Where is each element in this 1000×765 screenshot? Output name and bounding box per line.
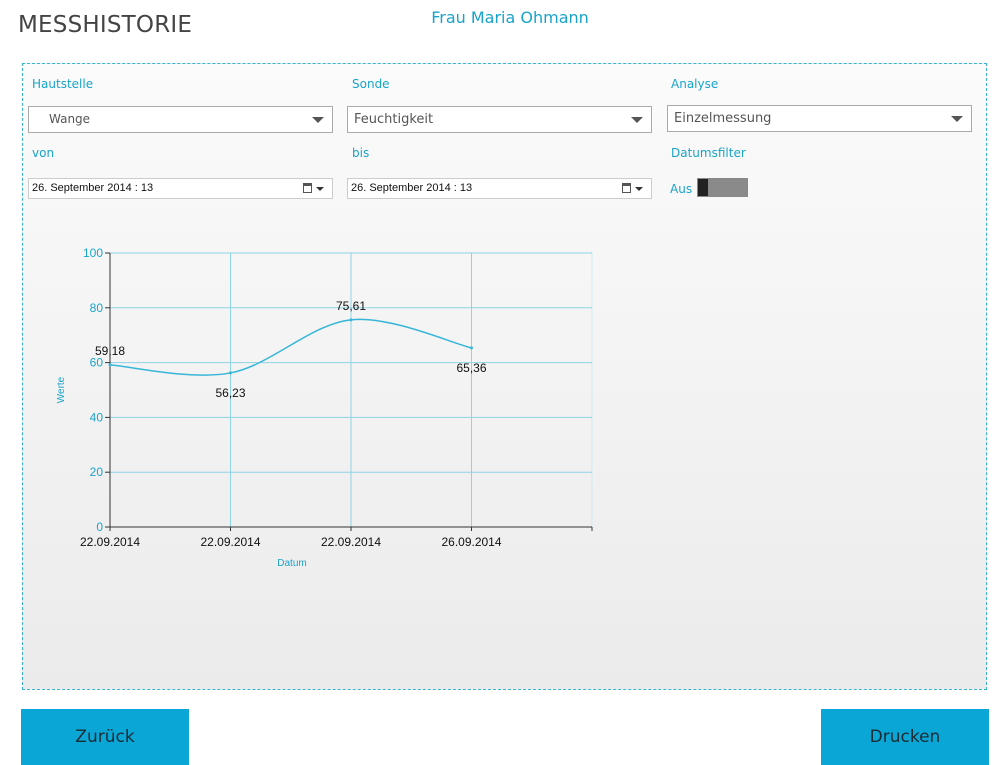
- data-label: 59,18: [95, 344, 125, 358]
- x-axis-title: Datum: [277, 558, 306, 569]
- print-button[interactable]: Drucken: [821, 709, 989, 765]
- calendar-icon[interactable]: [303, 183, 312, 193]
- x-tick-label: 26.09.2014: [441, 535, 501, 549]
- hautstelle-value: Wange: [49, 112, 91, 126]
- chevron-down-icon[interactable]: [635, 187, 643, 191]
- x-tick-label: 22.09.2014: [321, 535, 381, 549]
- chevron-down-icon: [951, 116, 963, 122]
- analyse-label: Analyse: [671, 77, 719, 91]
- back-button[interactable]: Zurück: [21, 709, 189, 765]
- calendar-icon[interactable]: [622, 183, 631, 193]
- datumsfilter-label: Datumsfilter: [671, 146, 746, 160]
- y-tick-label: 80: [90, 301, 104, 315]
- chevron-down-icon[interactable]: [316, 187, 324, 191]
- sonde-value: Feuchtigkeit: [354, 112, 434, 127]
- bis-date-value: 26. September 2014 : 13: [351, 182, 473, 194]
- analyse-value: Einzelmessung: [674, 111, 772, 126]
- hautstelle-dropdown[interactable]: Wange: [28, 106, 333, 133]
- x-tick-label: 22.09.2014: [80, 535, 140, 549]
- data-label: 65,36: [456, 361, 486, 375]
- data-point: [470, 346, 473, 350]
- data-label: 56,23: [215, 386, 245, 400]
- von-date-value: 26. September 2014 : 13: [32, 182, 154, 194]
- y-tick-label: 100: [83, 246, 103, 260]
- data-label: 75,61: [336, 299, 366, 313]
- data-point: [349, 318, 353, 322]
- data-point: [108, 363, 112, 367]
- sonde-label: Sonde: [352, 77, 390, 91]
- sonde-dropdown[interactable]: Feuchtigkeit: [347, 106, 652, 133]
- von-datepicker[interactable]: 26. September 2014 : 13: [28, 178, 333, 199]
- data-point: [229, 371, 232, 375]
- analyse-dropdown[interactable]: Einzelmessung: [667, 105, 972, 132]
- y-tick-label: 40: [90, 410, 104, 424]
- chevron-down-icon: [312, 117, 324, 123]
- toggle-knob: [698, 179, 708, 196]
- datumsfilter-state-label: Aus: [670, 182, 693, 196]
- y-tick-label: 20: [90, 465, 104, 479]
- series-line: [109, 318, 472, 376]
- measurement-history-chart: 02040608010022.09.2014 22.09.2014 22.09.20…: [56, 246, 593, 569]
- x-tick-label: 22.09.2014: [200, 535, 260, 549]
- bis-datepicker[interactable]: 26. September 2014 : 13: [347, 178, 652, 199]
- hautstelle-label: Hautstelle: [32, 77, 94, 91]
- von-label: von: [32, 146, 55, 160]
- datumsfilter-toggle[interactable]: [697, 178, 748, 197]
- bis-label: bis: [352, 146, 370, 160]
- y-axis-title: Werte: [56, 376, 67, 403]
- y-tick-label: 0: [96, 520, 103, 534]
- chevron-down-icon: [631, 117, 643, 123]
- patient-name: Frau Maria Ohmann: [431, 8, 589, 27]
